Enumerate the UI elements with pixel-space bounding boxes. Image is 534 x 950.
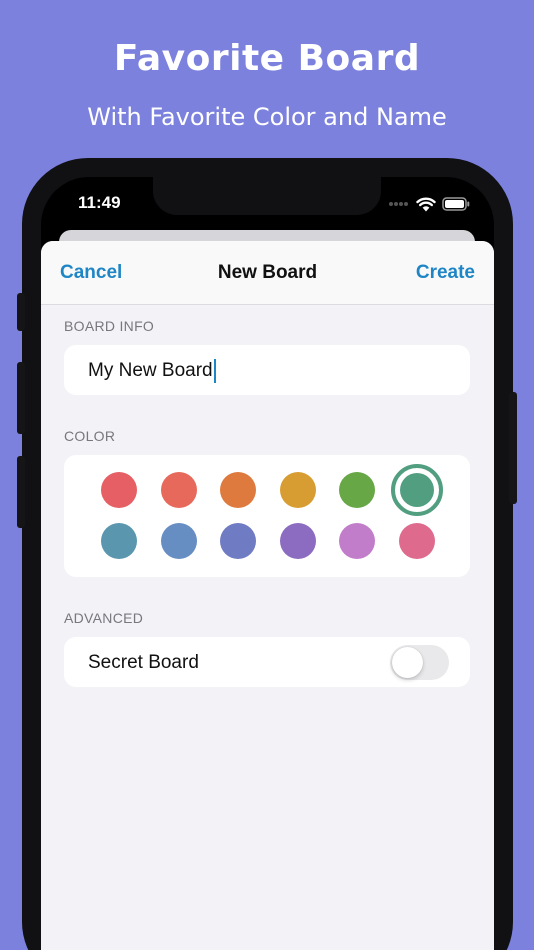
- color-swatch[interactable]: [279, 523, 316, 559]
- color-header: COLOR: [64, 428, 116, 444]
- wifi-icon: [416, 197, 436, 211]
- color-swatch-fill: [399, 473, 434, 507]
- create-button[interactable]: Create: [416, 262, 475, 284]
- color-swatch[interactable]: [279, 472, 316, 508]
- side-button-power: [509, 392, 517, 504]
- navbar: Cancel New Board Create: [41, 241, 494, 305]
- secret-board-label: Secret Board: [88, 652, 199, 673]
- color-swatch[interactable]: [101, 523, 137, 559]
- color-swatch[interactable]: [339, 523, 375, 559]
- battery-icon: [442, 197, 470, 211]
- side-button-volume-up: [17, 362, 25, 434]
- secret-board-row: Secret Board: [64, 637, 470, 687]
- board-name-value: My New Board: [88, 360, 213, 381]
- hero-title: Favorite Board: [113, 38, 421, 79]
- color-picker-card: [64, 455, 470, 577]
- color-swatch[interactable]: [160, 472, 197, 508]
- color-swatch[interactable]: [339, 472, 375, 508]
- hero-subtitle: With Favorite Color and Name: [87, 103, 447, 131]
- new-board-sheet: Cancel New Board Create BOARD INFO My Ne…: [41, 241, 494, 950]
- cancel-button[interactable]: Cancel: [60, 262, 122, 284]
- side-button-volume-down: [17, 456, 25, 528]
- status-time: 11:49: [78, 193, 121, 212]
- toggle-knob: [392, 647, 423, 678]
- color-swatch[interactable]: [101, 472, 137, 508]
- status-icons: [388, 193, 470, 215]
- text-caret: [213, 359, 216, 383]
- color-swatch[interactable]: [220, 523, 256, 559]
- board-name-field[interactable]: My New Board: [88, 359, 216, 383]
- board-info-header: BOARD INFO: [64, 318, 155, 334]
- board-name-card: My New Board: [64, 345, 470, 395]
- color-swatch[interactable]: [160, 523, 197, 559]
- secret-board-toggle[interactable]: [390, 645, 449, 680]
- color-swatch[interactable]: [220, 472, 256, 508]
- signal-dots-icon: [389, 202, 408, 206]
- notch: [153, 177, 381, 215]
- side-button-silent: [17, 293, 25, 331]
- advanced-header: ADVANCED: [64, 610, 144, 626]
- color-swatch[interactable]: [398, 523, 435, 559]
- color-swatch-selected[interactable]: [390, 464, 443, 516]
